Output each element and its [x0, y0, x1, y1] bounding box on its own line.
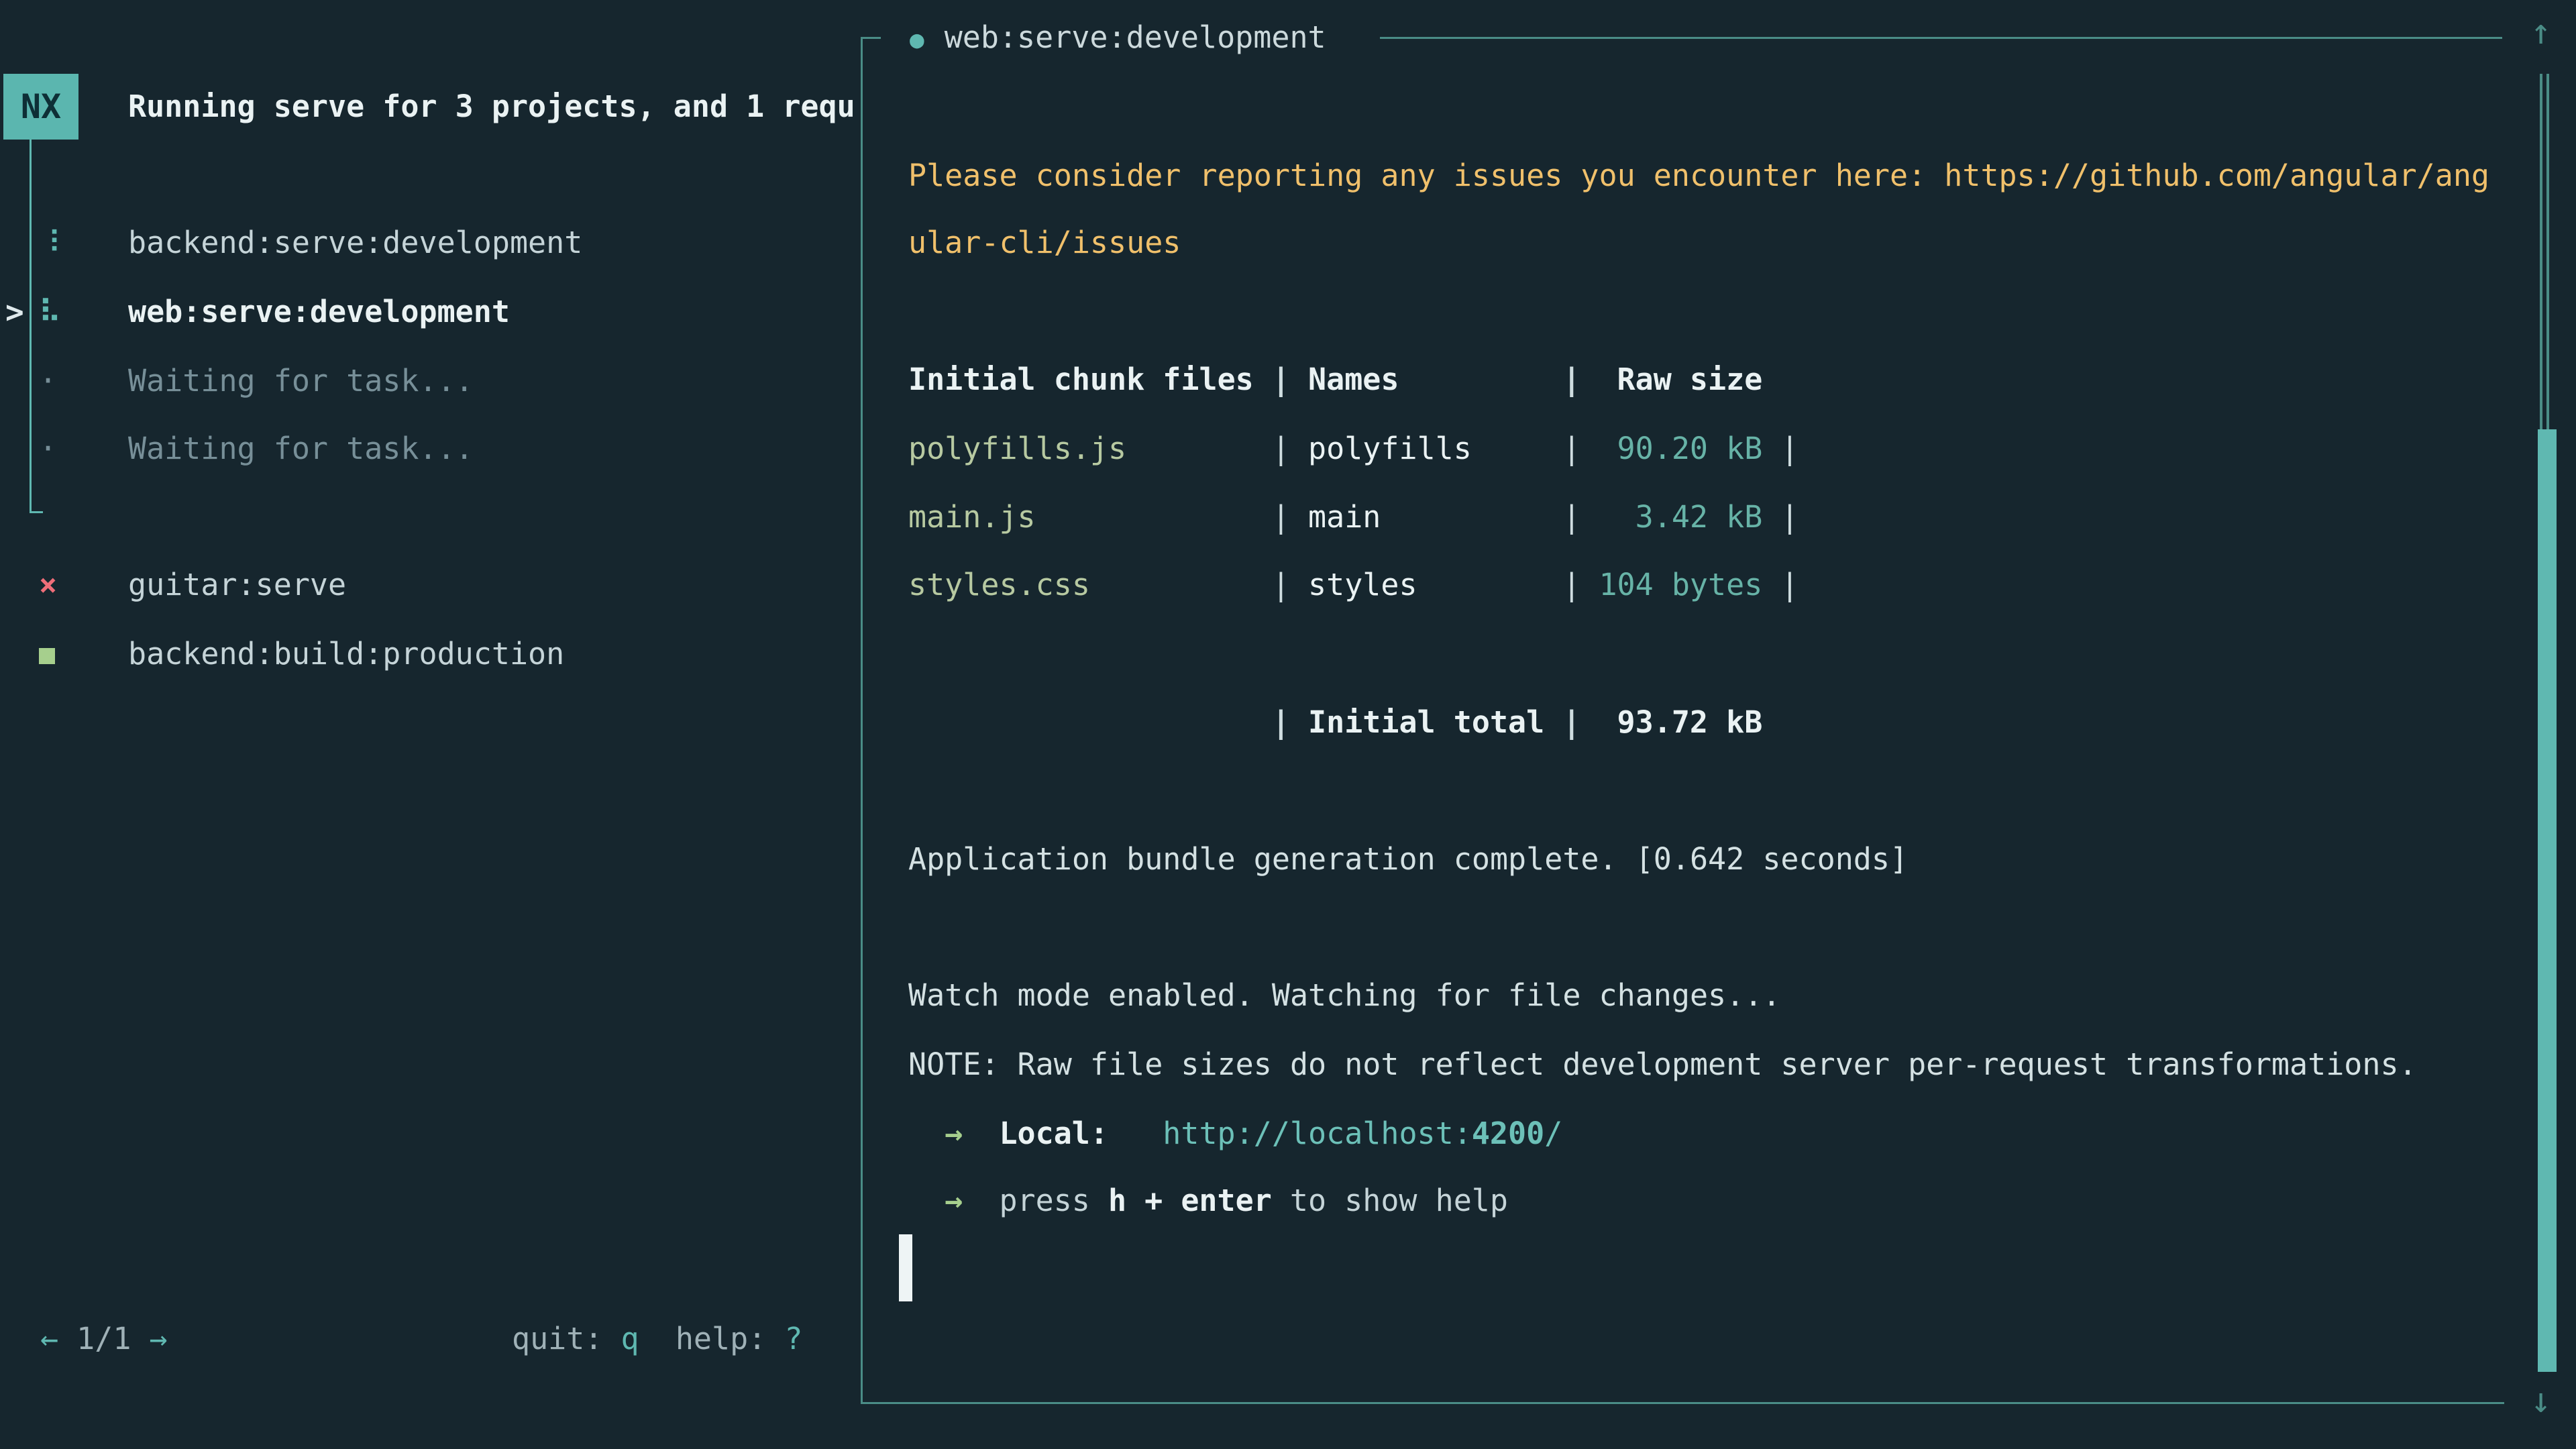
failed-cross-icon: ×: [39, 566, 128, 604]
task-label: guitar:serve: [128, 567, 346, 602]
help-hint-plus: +: [1144, 1183, 1163, 1218]
table-row: main.js|main|3.42 kB|: [908, 498, 1799, 536]
chunk-file: main.js: [908, 498, 1272, 536]
task-tree-line: [30, 140, 32, 513]
column-separator: |: [1272, 566, 1308, 604]
column-separator: |: [1562, 361, 1580, 398]
task-tree-corner: [30, 511, 43, 513]
column-separator: |: [1272, 498, 1308, 536]
local-url-link[interactable]: http://localhost:4200/: [1163, 1116, 1562, 1151]
task-label: backend:build:production: [128, 636, 564, 672]
column-separator: |: [1272, 430, 1308, 468]
selected-task-chevron: >: [5, 293, 24, 331]
app-title: Running serve for 3 projects, and 1 requ: [128, 88, 863, 125]
total-label: Initial total: [1308, 704, 1562, 741]
quit-label: quit:: [512, 1321, 602, 1356]
pagination-prev-arrow[interactable]: ←: [40, 1321, 58, 1356]
pagination-current: 1/1: [76, 1321, 131, 1356]
chunk-table-header: Initial chunk files|Names|Raw size: [908, 361, 1762, 398]
chunk-size: 90.20 kB: [1580, 430, 1762, 468]
task-label: Waiting for task...: [128, 431, 474, 466]
bundle-complete-message: Application bundle generation complete. …: [908, 841, 1908, 878]
chunk-name: styles: [1308, 566, 1562, 604]
chunk-name: polyfills: [1308, 430, 1562, 468]
spinner-icon: ⠧: [39, 293, 128, 331]
help-hint-line: → pressh + enter to show help: [908, 1182, 1508, 1220]
pending-dot-icon: ·: [39, 430, 128, 468]
keyboard-hints: quit: q help:?: [512, 1320, 802, 1358]
column-separator: |: [1272, 704, 1308, 741]
col-header-names: Names: [1308, 361, 1562, 398]
chunk-file: polyfills.js: [908, 430, 1272, 468]
task-row-backend-serve[interactable]: ⠸backend:serve:development: [39, 224, 582, 262]
terminal-cursor: [899, 1234, 912, 1301]
quit-key: q: [621, 1321, 639, 1356]
task-row-guitar-serve[interactable]: ×guitar:serve: [39, 566, 346, 604]
scrollbar-down-arrow-icon[interactable]: ↓: [2530, 1383, 2551, 1418]
nx-logo-text: NX: [21, 87, 61, 126]
column-separator: |: [1562, 704, 1580, 741]
column-separator: |: [1562, 498, 1580, 536]
angular-issue-notice-line2: ular-cli/issues: [908, 224, 1181, 262]
table-row: styles.css|styles|104 bytes|: [908, 566, 1799, 604]
arrow-right-icon: →: [945, 1116, 963, 1151]
chunk-size: 104 bytes: [1580, 566, 1762, 604]
help-hint-key-h: h: [1108, 1183, 1126, 1218]
local-url-port: 4200: [1472, 1116, 1544, 1151]
chunk-size: 3.42 kB: [1580, 498, 1762, 536]
table-row: polyfills.js|polyfills|90.20 kB|: [908, 430, 1799, 468]
table-total-row: |Initial total|93.72 kB: [908, 704, 1762, 741]
col-header-rawsize: Raw size: [1580, 361, 1762, 398]
chunk-name: main: [1308, 498, 1562, 536]
scrollbar-thumb[interactable]: [2538, 429, 2557, 1372]
scrollbar-up-arrow-icon[interactable]: ↑: [2530, 15, 2551, 50]
row-end-separator: |: [1780, 499, 1799, 535]
row-end-separator: |: [1780, 431, 1799, 466]
pagination-next-arrow[interactable]: →: [150, 1321, 168, 1356]
panel-border-top: [1380, 37, 2502, 39]
pagination: ← 1/1 →: [40, 1320, 168, 1358]
column-separator: |: [1272, 361, 1308, 398]
task-label: web:serve:development: [128, 294, 510, 329]
help-label: help:: [676, 1321, 766, 1356]
local-url-line: → Local: http://localhost:4200/: [908, 1115, 1562, 1152]
panel-title: ● web:serve:development: [910, 19, 1326, 59]
help-hint-key-enter: enter: [1181, 1183, 1271, 1218]
row-end-separator: |: [1780, 567, 1799, 602]
pending-dot-icon: ·: [39, 362, 128, 400]
task-row-backend-build[interactable]: backend:build:production: [39, 635, 564, 673]
spinner-icon: ⠸: [39, 224, 128, 262]
watch-mode-message: Watch mode enabled. Watching for file ch…: [908, 977, 1780, 1014]
task-row-waiting-2[interactable]: ·Waiting for task...: [39, 430, 474, 468]
task-row-waiting-1[interactable]: ·Waiting for task...: [39, 362, 474, 400]
success-square-wrap: [39, 635, 128, 673]
arrow-right-icon: →: [945, 1183, 963, 1218]
column-separator: |: [1562, 430, 1580, 468]
task-label: Waiting for task...: [128, 363, 474, 398]
chunk-file: styles.css: [908, 566, 1272, 604]
success-square-icon: [39, 648, 55, 664]
help-hint-post: to show help: [1290, 1183, 1508, 1218]
column-separator: |: [1562, 566, 1580, 604]
note-message: NOTE: Raw file sizes do not reflect deve…: [908, 1046, 2417, 1083]
help-hint-pre: press: [999, 1183, 1089, 1218]
task-label: backend:serve:development: [128, 225, 582, 260]
running-dot-icon: ●: [910, 26, 924, 54]
col-header-files: Initial chunk files: [908, 361, 1272, 398]
total-size: 93.72 kB: [1580, 704, 1762, 741]
scrollbar-track[interactable]: [2540, 74, 2549, 429]
help-key: ?: [784, 1321, 802, 1356]
task-row-web-serve[interactable]: ⠧web:serve:development: [39, 293, 510, 331]
panel-title-text: web:serve:development: [945, 19, 1326, 55]
nx-logo-badge: NX: [3, 74, 78, 140]
panel-border-stub: [861, 37, 881, 39]
angular-issue-notice-line1: Please consider reporting any issues you…: [908, 157, 2489, 195]
local-label: Local:: [999, 1116, 1108, 1151]
